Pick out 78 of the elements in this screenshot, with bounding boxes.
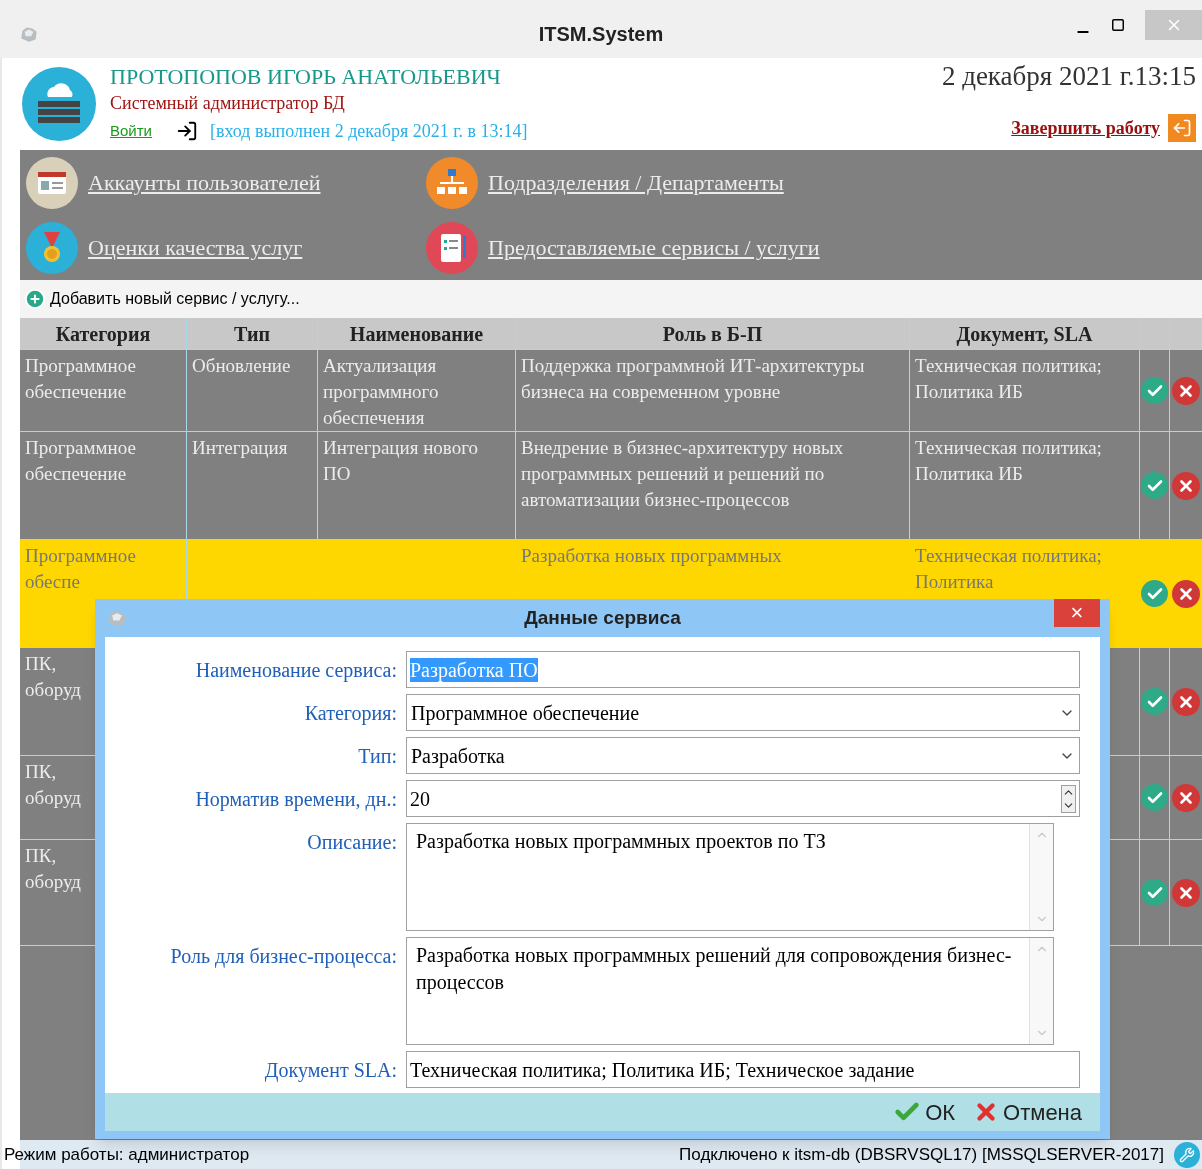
date-time: 2 декабря 2021 г.13:15	[941, 60, 1196, 92]
delete-icon[interactable]	[1172, 579, 1200, 608]
confirm-icon[interactable]	[1141, 472, 1168, 499]
table-cell-text: Программное обеспе	[25, 544, 136, 594]
table-cell-text: Интеграция нового ПО	[323, 436, 479, 486]
table-cell-text: Разработка новых программных	[521, 544, 782, 568]
delete-icon[interactable]	[1172, 783, 1200, 812]
table-cell-text: ПК, оборуд	[25, 652, 81, 702]
table-cell-text: Техническая политика; Политика ИБ	[915, 436, 1103, 486]
user-role: Системный администратор БД	[110, 91, 346, 115]
exit-icon	[1168, 114, 1196, 142]
table-cell-text: Техническая политика; Политика	[915, 544, 1103, 594]
field-value: Разработка ПО	[410, 657, 538, 682]
status-mode: Режим работы: администратор	[4, 1143, 250, 1166]
delete-icon[interactable]	[1172, 471, 1200, 500]
confirm-icon[interactable]	[1141, 688, 1168, 715]
column-header: Наименование	[318, 318, 516, 349]
text-area[interactable]: Разработка новых программных проектов по ТЗ	[406, 823, 1054, 931]
maximize-icon[interactable]	[1111, 18, 1125, 32]
field-value: Разработка новых программных решений для сопровождения бизнес-процессов	[416, 944, 1012, 993]
dropdown-field[interactable]: Программное обеспечение	[406, 694, 1080, 731]
user-name: ПРОТОПОПОВ ИГОРЬ АНАТОЛЬЕВИЧ	[110, 63, 502, 90]
field-value: Разработка новых программных проектов по ТЗ	[416, 830, 826, 852]
table-cell-text: Внедрение в бизнес-архитектуру новых программных решений и решений по автоматизации бизнес-процессов	[521, 436, 845, 512]
delete-icon[interactable]	[1172, 687, 1200, 716]
table-cell-text: ПК, оборуд	[25, 760, 81, 810]
org-chart-icon	[426, 156, 478, 209]
field-label: Документ SLA:	[264, 1057, 397, 1084]
table-cell-text: Актуализация программного обеспечения	[323, 354, 440, 430]
table-cell-text: Обновление	[192, 354, 291, 378]
delete-icon[interactable]	[1172, 376, 1200, 405]
field-label: Тип:	[358, 743, 397, 769]
confirm-icon[interactable]	[1141, 580, 1168, 607]
add-service-link[interactable]: Добавить новый сервис / услугу...	[50, 287, 300, 311]
field-label: Описание:	[307, 830, 397, 855]
number-field[interactable]: 20	[406, 780, 1080, 817]
confirm-icon[interactable]	[1141, 784, 1168, 811]
login-link[interactable]: Войти	[110, 119, 152, 143]
login-icon	[176, 120, 198, 142]
id-card-icon	[26, 156, 78, 209]
window-title: ITSM.System	[538, 22, 664, 47]
column-header: Тип	[187, 318, 318, 349]
field-label: Норматив времени, дн.:	[195, 786, 397, 813]
table-cell-text: Техническая политика; Политика ИБ	[915, 354, 1103, 404]
tools-icon[interactable]	[1174, 1141, 1200, 1168]
field-value: Программное обеспечение	[411, 700, 640, 725]
spin-buttons[interactable]	[1061, 784, 1076, 813]
delete-icon[interactable]	[1172, 878, 1200, 907]
table-cell-text: Поддержка программной ИТ-архитектуры бизнеса на современном уровне	[521, 354, 866, 404]
confirm-icon[interactable]	[1141, 879, 1168, 906]
column-header: Категория	[20, 318, 187, 349]
field-label: Роль для бизнес-процесса:	[170, 944, 397, 970]
table-cell-text: Интеграция	[192, 436, 288, 460]
field-label: Категория:	[304, 700, 397, 727]
ok-button[interactable]: ОК	[893, 1095, 956, 1129]
field-label: Наименование сервиса:	[195, 657, 397, 684]
dialog-close-button[interactable]: ×	[1054, 599, 1100, 627]
table-cell-text: Программное обеспечение	[25, 436, 136, 486]
add-icon	[24, 288, 46, 310]
dialog-title: Данные сервиса	[524, 605, 681, 630]
field-value: Разработка	[411, 743, 505, 768]
table-cell-text: ПК, оборуд	[25, 844, 81, 894]
medal-icon	[26, 221, 78, 274]
field-value: 20	[410, 786, 430, 811]
text-area[interactable]: Разработка новых программных решений для сопровождения бизнес-процессов	[406, 937, 1054, 1045]
status-connection: Подключено к itsm-db (DBSRVSQL17) [MSSQLSERVER-2017]	[679, 1143, 1164, 1166]
confirm-icon[interactable]	[1141, 377, 1168, 404]
column-header: Документ, SLA	[910, 318, 1140, 349]
text-field[interactable]: Техническая политика; Политика ИБ; Техническое задание	[406, 1051, 1080, 1088]
field-value: Техническая политика; Политика ИБ; Техническое задание	[410, 1057, 915, 1082]
server-cloud-icon	[22, 67, 96, 141]
login-status: [вход выполнен 2 декабря 2021 г. в 13:14]	[210, 119, 528, 143]
column-header: Роль в Б-П	[516, 318, 910, 349]
dropdown-field[interactable]: Разработка	[406, 737, 1080, 774]
logout-link[interactable]: Завершить работу	[1011, 114, 1160, 142]
table-cell-text: Программное обеспечение	[25, 354, 136, 404]
cancel-button[interactable]: Отмена	[973, 1095, 1082, 1129]
checklist-icon	[426, 221, 478, 274]
